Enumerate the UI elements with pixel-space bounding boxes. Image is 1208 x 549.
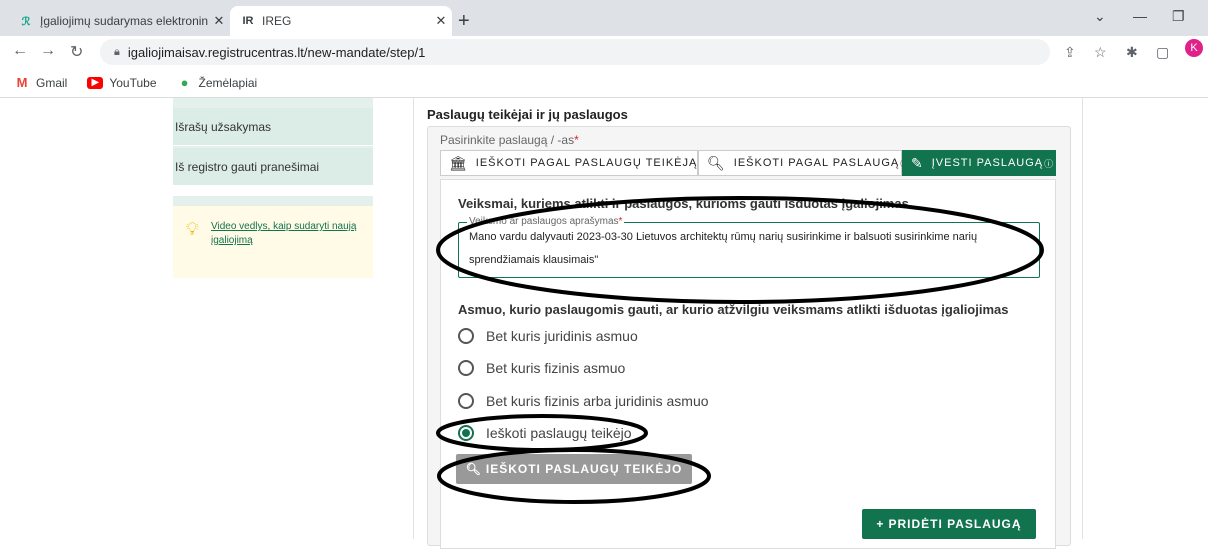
lock-icon: 🔒︎ [114,45,120,58]
maps-pin-icon: ● [180,75,189,90]
new-tab-button[interactable]: + [458,10,470,33]
tab-label: ĮVESTI PASLAUGĄ [931,157,1044,169]
extensions-icon[interactable]: ✱ [1126,44,1138,61]
radio-dot [462,429,470,437]
restore-icon[interactable]: ❐ [1172,8,1185,25]
radio-label: Ieškoti paslaugų teikėjo [486,425,632,441]
actions-heading: Veiksmai, kuriems atlikti ir paslaugos, … [458,196,909,211]
url-text: igaliojimaisav.registrucentras.lt/new-ma… [127,44,426,60]
search-icon: 🔍︎ [465,462,482,476]
search-provider-button[interactable]: 🔍︎ IEŠKOTI PASLAUGŲ TEIKĖJO [456,454,692,484]
bank-icon: 🏛︎ [449,154,468,171]
browser-tab-strip: ℛ Įgaliojimų sudarymas elektronini ✕ IR … [0,0,1208,36]
reload-icon[interactable]: ↻ [70,42,83,62]
bookmark-label: Žemėlapiai [198,75,258,90]
button-label: IEŠKOTI PASLAUGŲ TEIKĖJO [485,462,683,476]
radio-circle[interactable] [458,360,474,376]
video-guide-box: 💡︎ Video vedlys, kaip sudaryti naują įga… [173,206,373,278]
bookmark-maps[interactable]: ● Žemėlapiai [177,75,258,90]
tab-search-by-provider[interactable]: 🏛︎ IEŠKOTI PAGAL PASLAUGŲ TEIKĖJĄ ⓘ [440,150,707,176]
sidebar-spacer [173,186,373,196]
tab-enter-service[interactable]: ✎ ĮVESTI PASLAUGĄ ⓘ [902,150,1056,176]
add-service-button[interactable]: + PRIDĖTI PASLAUGĄ [862,509,1036,539]
description-field[interactable]: Veiksmo ar paslaugos aprašymas* Mano var… [458,216,1040,278]
service-tabs: 🏛︎ IEŠKOTI PAGAL PASLAUGŲ TEIKĖJĄ ⓘ 🔍︎ I… [440,150,1056,176]
sidebar-item-notifications[interactable]: Iš registro gauti pranešimai [173,148,373,186]
sidebar-item-extracts[interactable]: Išrašų užsakymas [173,108,373,146]
forward-arrow-icon[interactable]: → [40,42,56,60]
tab-search-icon[interactable]: ⌄ [1094,8,1106,25]
enter-service-panel: Veiksmai, kuriems atlikti ir paslaugos, … [440,179,1056,549]
bookmark-label: Gmail [36,75,68,90]
info-icon[interactable]: ⓘ [1044,157,1054,170]
radio-any-natural-person[interactable]: Bet kuris fizinis asmuo [458,360,625,376]
radio-label: Bet kuris fizinis arba juridinis asmuo [486,393,709,409]
radio-any-legal-entity[interactable]: Bet kuris juridinis asmuo [458,328,638,344]
bookmarks-bar: M Gmail ▶ YouTube ● Žemėlapiai [0,68,1208,98]
ireg-favicon-icon: IR [242,15,254,27]
radio-search-provider[interactable]: Ieškoti paslaugų teikėjo [458,425,632,441]
tab-title: Įgaliojimų sudarymas elektronini [40,14,208,28]
radio-circle-selected[interactable] [458,425,474,441]
sidebar-item-label: Išrašų užsakymas [175,119,272,134]
profile-avatar[interactable]: K [1185,39,1203,57]
address-bar[interactable]: 🔒︎ igaliojimaisav.registrucentras.lt/new… [100,39,1050,65]
bookmark-gmail[interactable]: M Gmail [14,75,68,90]
tab-label: IEŠKOTI PAGAL PASLAUGĄ [733,157,900,169]
radio-any-natural-or-legal[interactable]: Bet kuris fizinis arba juridinis asmuo [458,393,709,409]
lightbulb-icon: 💡︎ [186,219,199,239]
person-heading: Asmuo, kurio paslaugomis gauti, ar kurio… [458,302,1009,317]
side-panel-icon[interactable]: ▢ [1156,44,1169,61]
edit-icon: ✎ [911,154,924,171]
radio-label: Bet kuris juridinis asmuo [486,328,638,344]
browser-tab-mandates[interactable]: ℛ Įgaliojimų sudarymas elektronini ✕ [8,6,230,36]
tab-label: IEŠKOTI PAGAL PASLAUGŲ TEIKĖJĄ [475,157,698,169]
browser-toolbar: ← → ↻ 🔒︎ igaliojimaisav.registrucentras.… [0,36,1208,68]
bookmark-label: YouTube [109,75,157,90]
plus-icon: + [876,517,885,531]
page-title: Paslaugų teikėjai ir jų paslaugos [427,107,628,122]
registry-favicon-icon: ℛ [21,15,31,28]
youtube-icon: ▶ [87,76,104,89]
sidebar: Išrašų užsakymas Iš registro gauti prane… [173,98,373,278]
share-icon[interactable]: ⇪ [1064,44,1076,61]
description-value[interactable]: Mano vardu dalyvauti 2023-03-30 Lietuvos… [469,226,1029,272]
radio-circle[interactable] [458,328,474,344]
tab-search-by-service[interactable]: 🔍︎ IEŠKOTI PAGAL PASLAUGĄ ⓘ [698,150,909,176]
video-guide-link[interactable]: Video vedlys, kaip sudaryti naują įgalio… [211,220,361,248]
radio-label: Bet kuris fizinis asmuo [486,360,626,376]
gmail-icon: M [16,75,28,90]
bookmark-star-icon[interactable]: ☆ [1094,44,1107,61]
back-arrow-icon[interactable]: ← [12,42,28,60]
close-tab-icon[interactable]: ✕ [208,13,230,29]
close-tab-icon[interactable]: ✕ [430,13,452,29]
minimize-icon[interactable]: — [1133,8,1147,24]
bookmark-youtube[interactable]: ▶ YouTube [87,75,157,90]
sidebar-item-label: Iš registro gauti pranešimai [175,159,320,174]
browser-tab-ireg[interactable]: IR IREG ✕ [230,6,452,36]
search-icon: 🔍︎ [707,154,726,171]
select-service-label: Pasirinkite paslaugą / -as* [440,133,579,147]
radio-circle[interactable] [458,393,474,409]
tab-title: IREG [262,14,292,28]
button-label: PRIDĖTI PASLAUGĄ [888,517,1022,531]
